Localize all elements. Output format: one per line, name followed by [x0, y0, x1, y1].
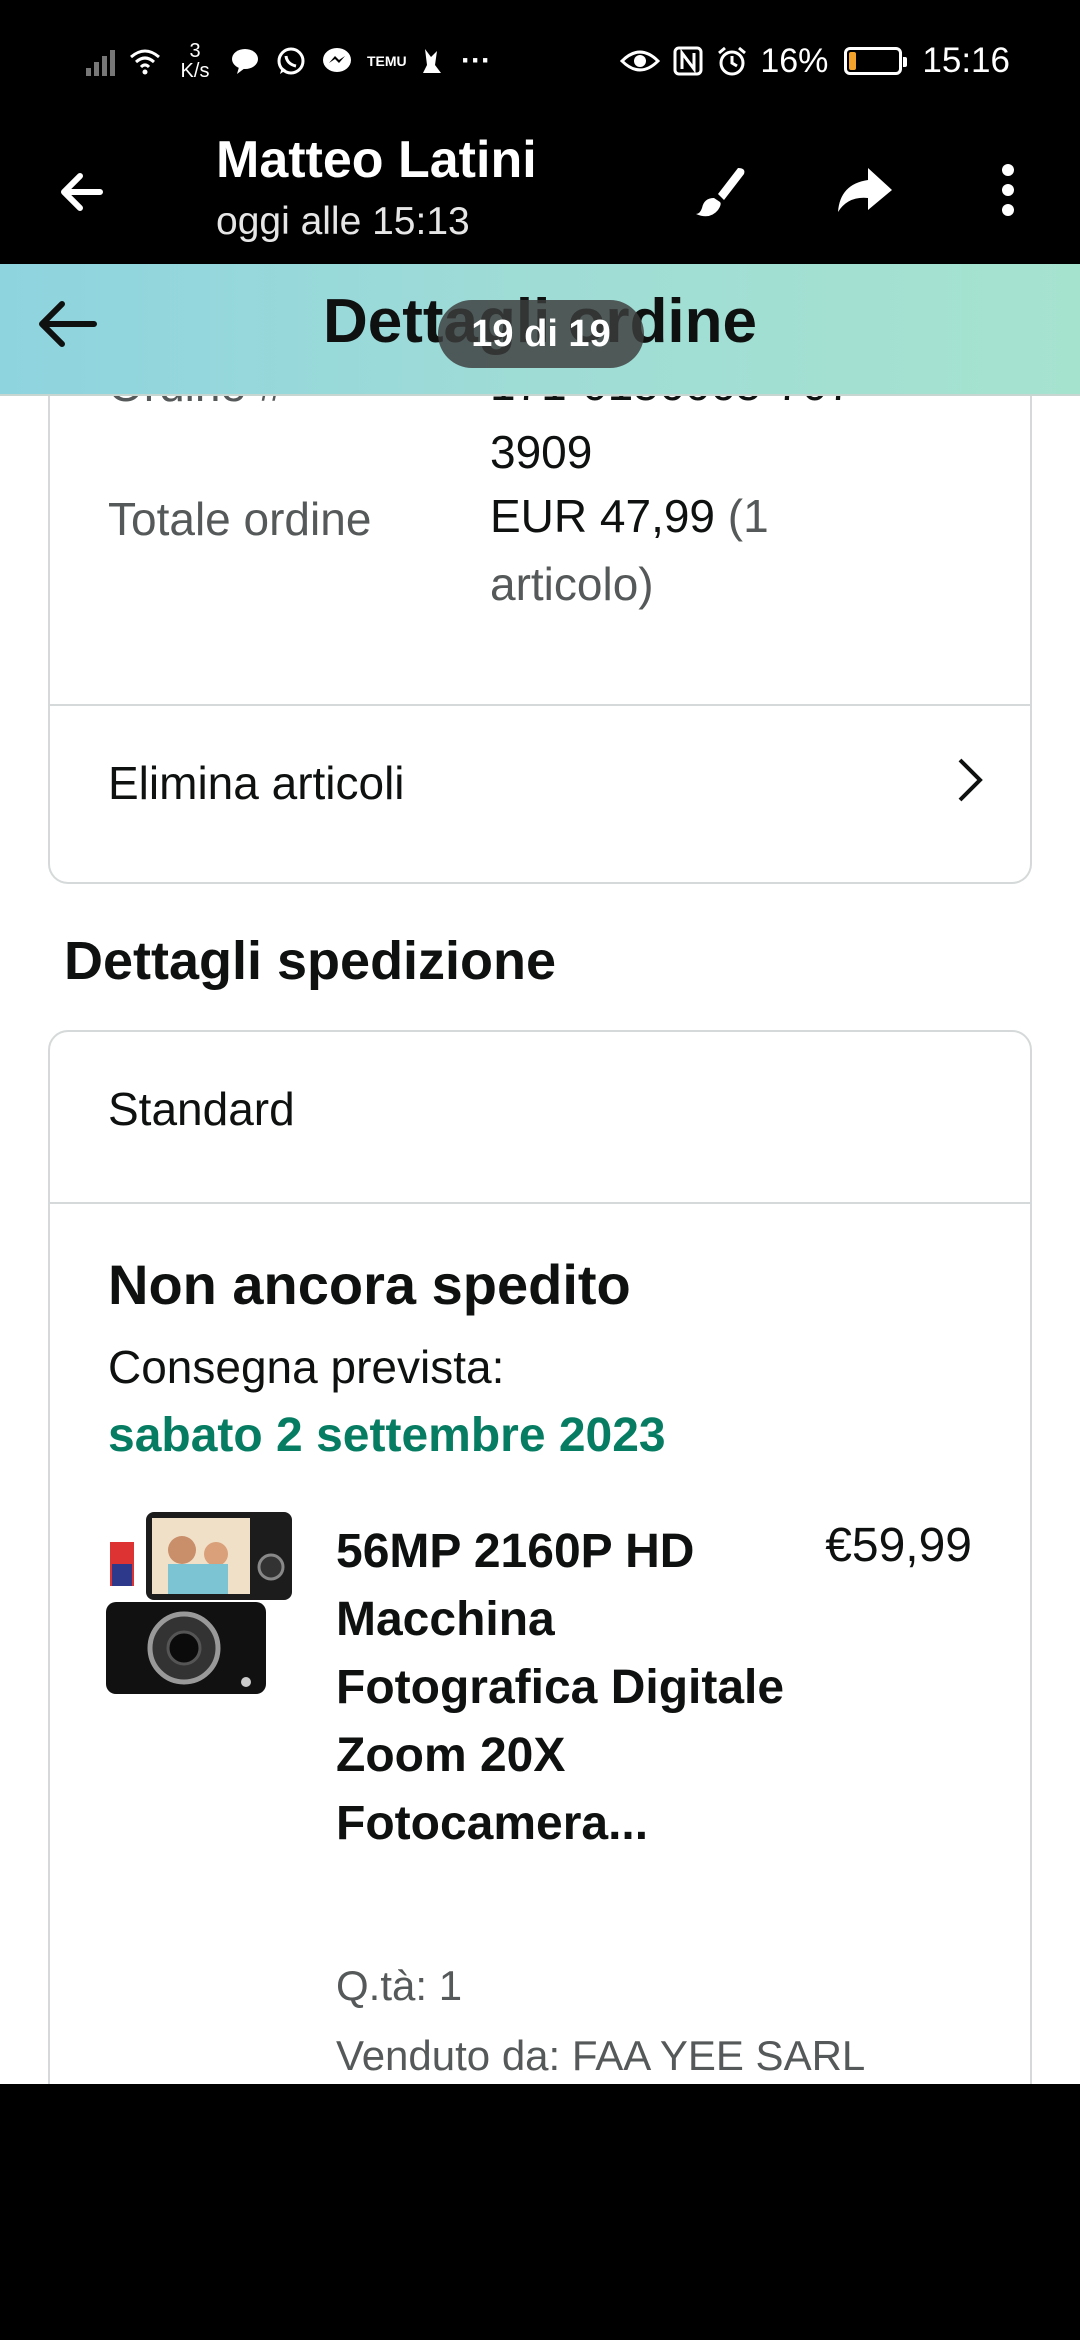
temu-icon: TEMU	[367, 53, 407, 69]
chevron-right-icon[interactable]	[950, 750, 990, 810]
product-quantity: Q.tà: 1	[336, 1962, 463, 2009]
status-bar: 3 K/s TEMU ··· 16% 15:16	[0, 0, 1080, 122]
network-speed: 3 K/s	[175, 41, 215, 81]
delivery-date: sabato 2 settembre 2023	[108, 1409, 666, 1462]
shipping-card: Standard Non ancora spedito Consegna pre…	[48, 1030, 1032, 2084]
viewer-background	[0, 2084, 1080, 2340]
battery-level	[849, 52, 857, 70]
battery-icon	[844, 47, 908, 75]
sent-time: oggi alle 15:13	[216, 200, 470, 243]
product-price: €59,99	[825, 1519, 972, 1572]
product-title[interactable]: 56MP 2160P HD Macchina Fotografica Digit…	[336, 1518, 796, 1858]
whatsapp-icon	[277, 47, 305, 75]
eye-icon	[620, 50, 661, 72]
order-total-amount: EUR 47,99	[490, 490, 716, 542]
notification-app-icon	[423, 49, 441, 73]
status-bar-right: 16% 15:16	[620, 36, 1010, 86]
shipping-status: Non ancora spedito	[108, 1253, 631, 1316]
order-summary-card: Ordine # 171-0156665-7073909 Totale ordi…	[48, 358, 1032, 884]
nfc-icon	[673, 46, 703, 76]
shipping-section-title: Dettagli spedizione	[64, 931, 557, 991]
network-speed-unit: K/s	[180, 60, 210, 82]
amazon-header: Dettagli ordine 19 di 19	[0, 264, 1080, 396]
chat-bubble-icon	[232, 49, 258, 74]
screenshot-image: Ordine # 171-0156665-7073909 Totale ordi…	[0, 264, 1080, 2084]
product-seller: Venduto da: FAA YEE SARL	[336, 2032, 866, 2079]
image-counter: 19 di 19	[438, 300, 644, 368]
signal-icon	[86, 46, 115, 76]
product-image[interactable]	[106, 1512, 296, 1702]
edit-brush-icon[interactable]	[688, 158, 752, 222]
more-dots-icon: ···	[461, 44, 491, 77]
shipping-method: Standard	[108, 1083, 295, 1135]
divider	[50, 704, 1030, 706]
sender-name: Matteo Latini	[216, 131, 537, 189]
back-arrow-icon[interactable]	[52, 162, 112, 222]
battery-percent: 16%	[760, 41, 829, 80]
delivery-label: Consegna prevista:	[108, 1341, 505, 1393]
clock: 15:16	[922, 41, 1010, 80]
wifi-icon	[130, 49, 160, 75]
share-forward-icon[interactable]	[832, 158, 896, 222]
viewer-header: Matteo Latini oggi alle 15:13	[0, 122, 1080, 264]
order-total-value: EUR 47,99 (1 articolo)	[490, 482, 910, 618]
order-total-label: Totale ordine	[108, 493, 372, 545]
messenger-icon	[323, 48, 351, 72]
divider	[50, 1202, 1030, 1204]
status-bar-left: 3 K/s TEMU ···	[86, 36, 491, 86]
delete-items-link[interactable]: Elimina articoli	[108, 756, 405, 810]
more-vert-icon[interactable]	[976, 158, 1040, 222]
network-speed-value: 3	[189, 40, 201, 62]
alarm-icon	[718, 46, 747, 76]
